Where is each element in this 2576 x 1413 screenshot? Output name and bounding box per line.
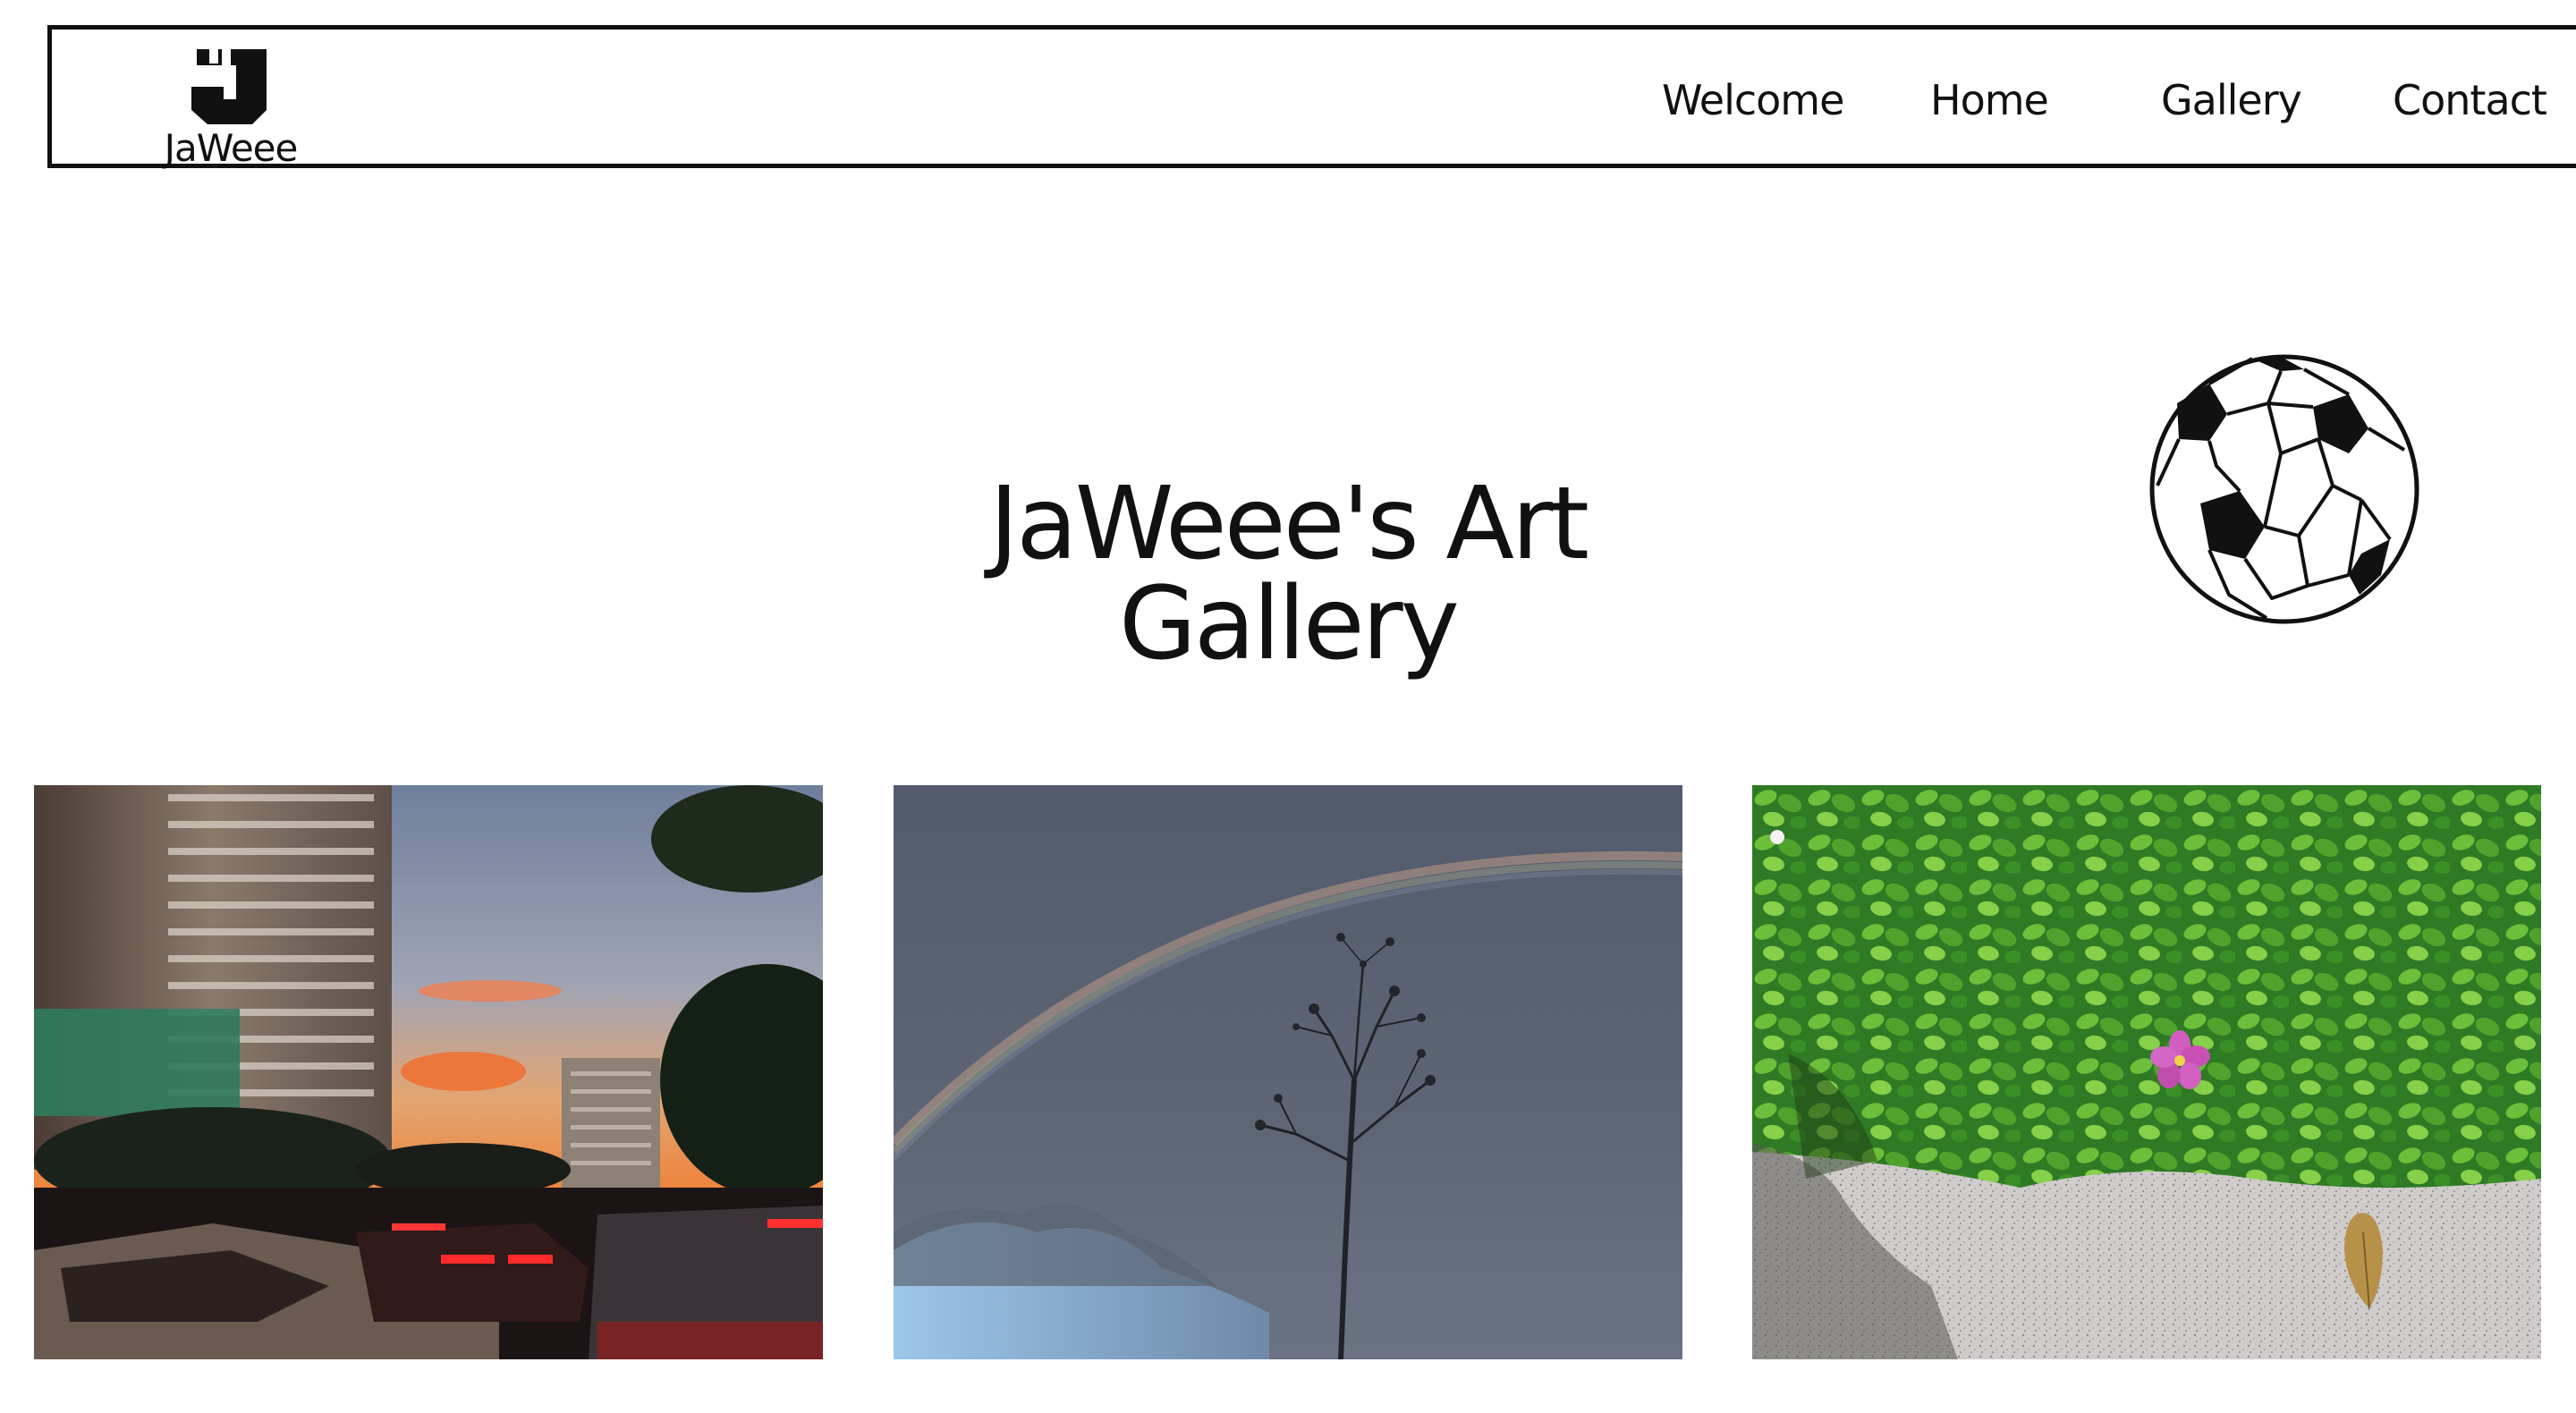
photo-gallery: [34, 785, 2542, 1359]
site-header: JaWeee Welcome Home Gallery Contact: [47, 25, 2576, 168]
green-plants-pink-flower-photo: [1752, 785, 2541, 1359]
gallery-photo-rainbow[interactable]: [894, 785, 1682, 1359]
rainbow-tree-sky-photo: [894, 785, 1682, 1359]
nav-link-welcome[interactable]: Welcome: [1662, 80, 1844, 121]
nav-link-gallery[interactable]: Gallery: [2161, 80, 2302, 121]
brand-name: JaWeee: [164, 126, 299, 170]
brand-logo[interactable]: JaWeee: [159, 46, 302, 167]
city-sunset-traffic-photo: [34, 785, 823, 1359]
page-title: JaWeee's Art Gallery: [989, 466, 1589, 683]
soccer-ball-icon: [2149, 354, 2419, 624]
nav-link-contact[interactable]: Contact: [2393, 80, 2547, 121]
nav-link-home[interactable]: Home: [1930, 80, 2049, 121]
j-block-logo-icon: [191, 49, 267, 124]
gallery-photo-flower[interactable]: [1752, 785, 2541, 1359]
gallery-photo-city-sunset[interactable]: [34, 785, 823, 1359]
